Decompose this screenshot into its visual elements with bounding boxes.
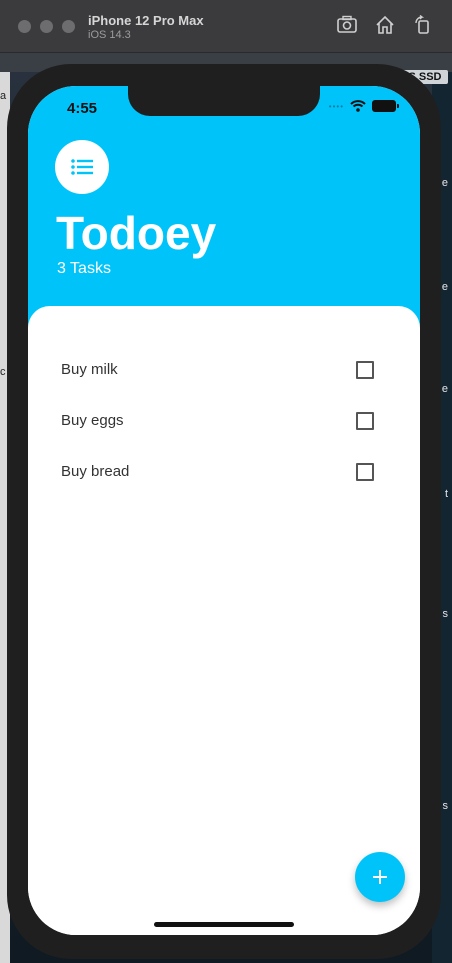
plus-icon	[373, 870, 387, 884]
add-task-button[interactable]	[355, 852, 405, 902]
simulator-subtitle: iOS 14.3	[88, 29, 131, 41]
task-title: Buy milk	[61, 361, 118, 378]
edge-label: c	[0, 366, 6, 378]
edge-label: a	[0, 90, 7, 102]
task-checkbox[interactable]	[356, 462, 374, 481]
wifi-icon	[350, 100, 366, 112]
task-checkbox[interactable]	[356, 411, 374, 430]
task-row[interactable]: Buy eggs	[28, 395, 420, 446]
header-panel: 4:55 •••• Todoey 3 Tasks	[28, 86, 420, 336]
home-button[interactable]	[374, 14, 396, 36]
phone-notch	[128, 86, 320, 116]
task-row[interactable]: Buy milk	[28, 344, 420, 395]
camera-icon	[337, 15, 357, 33]
list-icon	[71, 159, 93, 175]
zoom-window-button[interactable]	[62, 20, 75, 33]
edge-label: s	[442, 800, 449, 812]
app-title: Todoey	[56, 207, 217, 259]
task-title: Buy eggs	[61, 412, 124, 429]
close-window-button[interactable]	[18, 20, 31, 33]
task-count: 3 Tasks	[57, 260, 111, 277]
window-controls	[18, 20, 75, 33]
home-indicator	[154, 922, 294, 927]
task-list: Buy milk Buy eggs Buy bread	[28, 344, 420, 497]
status-icons: ••••	[328, 100, 399, 112]
menu-button[interactable]	[55, 140, 109, 194]
task-row[interactable]: Buy bread	[28, 446, 420, 497]
task-sheet: Buy milk Buy eggs Buy bread	[28, 306, 420, 935]
edge-label: e	[441, 177, 448, 189]
edge-label: e	[441, 281, 448, 293]
status-time: 4:55	[67, 100, 98, 117]
edge-label: s	[442, 608, 449, 620]
simulator-toolbar	[336, 14, 434, 36]
phone-frame: 4:55 •••• Todoey 3 Tasks Buy milk Buy eg…	[7, 64, 441, 959]
simulator-title: iPhone 12 Pro Max	[88, 13, 204, 28]
battery-icon	[372, 100, 399, 112]
phone-screen: 4:55 •••• Todoey 3 Tasks Buy milk Buy eg…	[28, 86, 420, 935]
task-checkbox[interactable]	[356, 360, 374, 379]
edge-label: e	[441, 383, 448, 395]
rotate-button[interactable]	[412, 14, 434, 36]
home-icon	[376, 15, 394, 34]
minimize-window-button[interactable]	[40, 20, 53, 33]
signal-icon: ••••	[328, 101, 344, 111]
task-title: Buy bread	[61, 463, 130, 480]
screenshot-button[interactable]	[336, 14, 358, 36]
edge-label: t	[444, 488, 448, 500]
simulator-title-bar: iPhone 12 Pro Max iOS 14.3	[0, 0, 452, 53]
rotate-icon	[415, 15, 429, 34]
